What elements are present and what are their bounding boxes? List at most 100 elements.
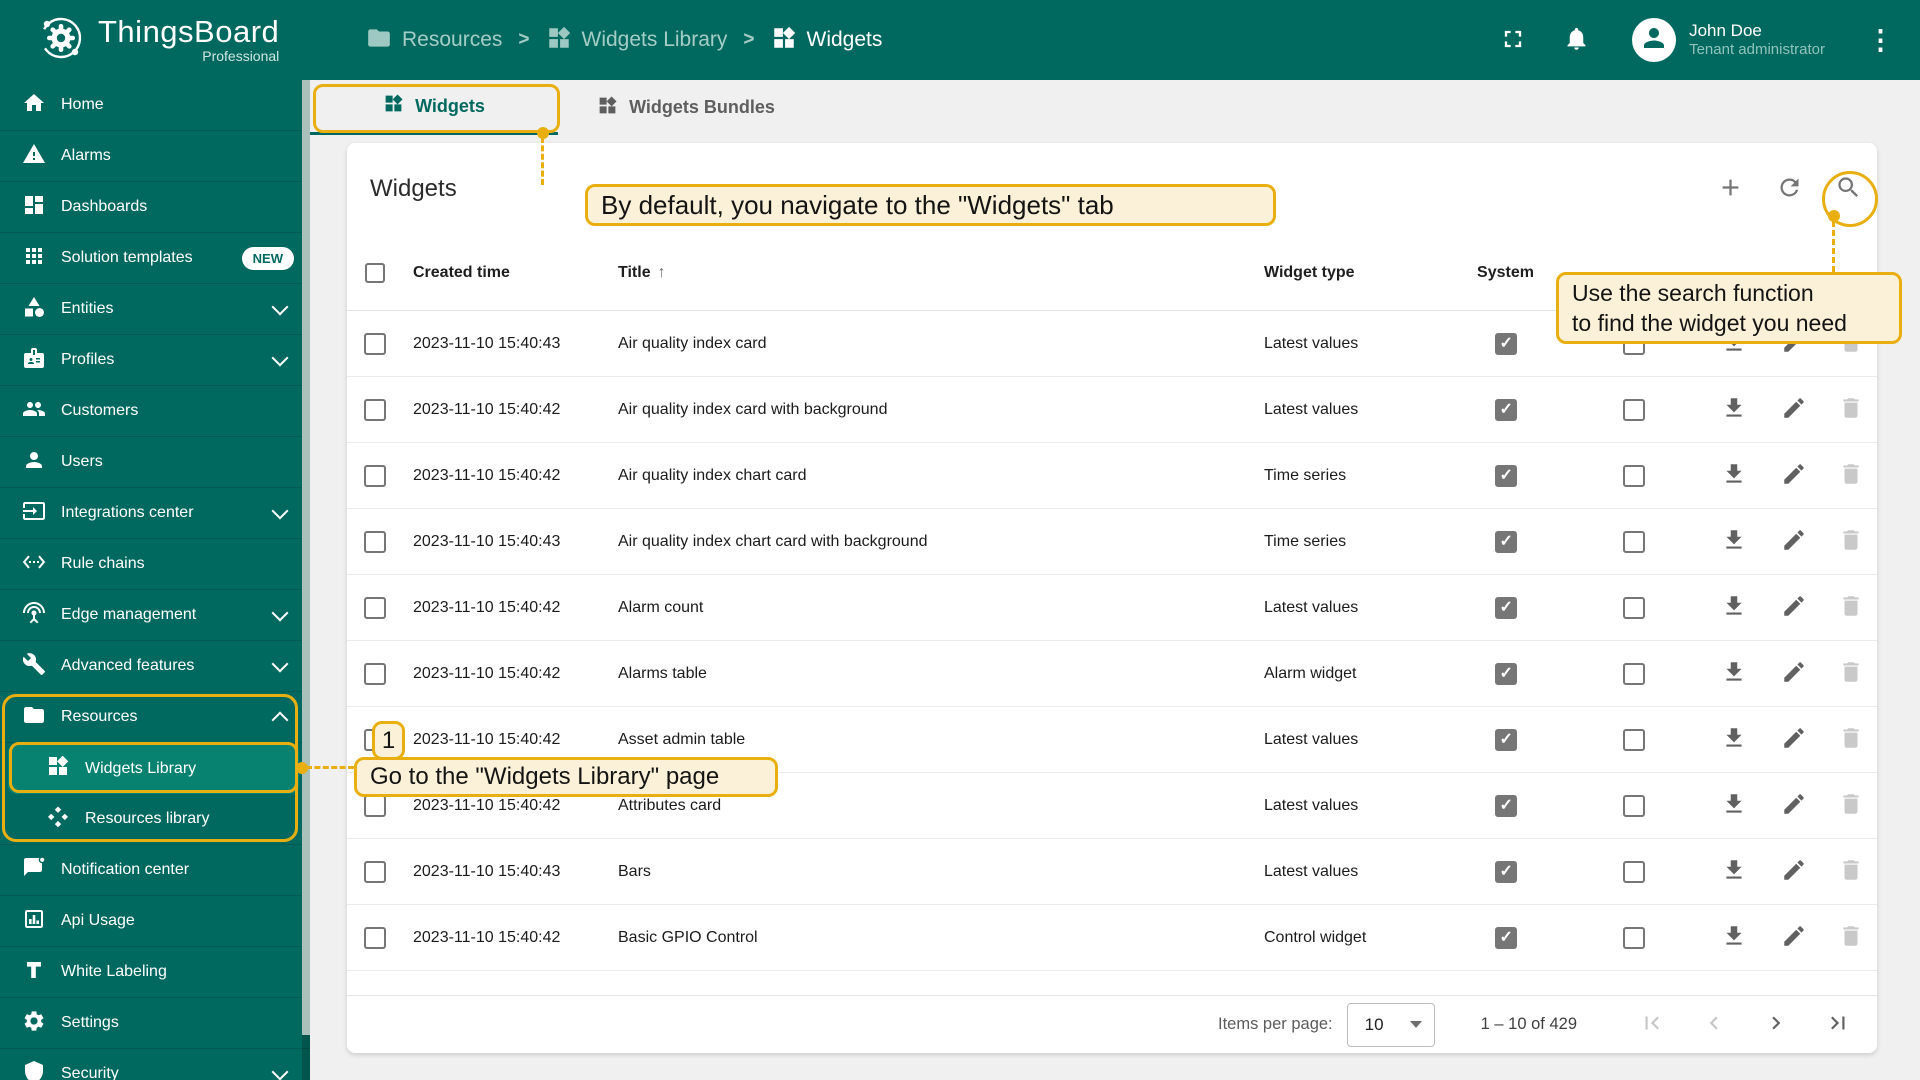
table-row[interactable]: 2023-11-10 15:40:43 Bars Latest values [347, 839, 1877, 905]
refresh-button[interactable] [1776, 174, 1803, 204]
edit-button[interactable] [1781, 461, 1807, 490]
table-row[interactable]: 2023-11-10 15:40:42 Attributes card Late… [347, 773, 1877, 839]
search-button[interactable] [1835, 174, 1862, 204]
edit-button[interactable] [1781, 923, 1807, 952]
secondary-checkbox[interactable] [1622, 530, 1645, 553]
select-all-checkbox[interactable] [365, 262, 385, 283]
sidebar-item-home[interactable]: Home [0, 80, 310, 131]
sidebar-item-dashboards[interactable]: Dashboards [0, 182, 310, 233]
download-button[interactable] [1721, 527, 1747, 556]
table-row[interactable]: 2023-11-10 15:40:42 Alarms table Alarm w… [347, 641, 1877, 707]
delete-button[interactable] [1838, 395, 1864, 424]
system-checkbox[interactable] [1494, 464, 1517, 487]
secondary-checkbox[interactable] [1622, 662, 1645, 685]
system-checkbox[interactable] [1494, 926, 1517, 949]
secondary-checkbox[interactable] [1622, 398, 1645, 421]
system-checkbox[interactable] [1494, 530, 1517, 553]
edit-button[interactable] [1781, 593, 1807, 622]
delete-button[interactable] [1838, 461, 1864, 490]
table-row[interactable]: 2023-11-10 15:40:42 Basic GPIO Control C… [347, 905, 1877, 971]
edit-button[interactable] [1781, 857, 1807, 886]
system-checkbox[interactable] [1494, 794, 1517, 817]
delete-button[interactable] [1838, 923, 1864, 952]
table-row[interactable]: 2023-11-10 15:40:43 Air quality index ca… [347, 311, 1877, 377]
sidebar-item-edge-management[interactable]: Edge management [0, 590, 310, 641]
previous-page-button[interactable] [1701, 1010, 1727, 1039]
sidebar-item-users[interactable]: Users [0, 437, 310, 488]
row-checkbox[interactable] [364, 926, 386, 949]
sidebar-item-settings[interactable]: Settings [0, 998, 310, 1049]
table-row[interactable]: 2023-11-10 15:40:42 Asset admin table La… [347, 707, 1877, 773]
secondary-checkbox[interactable] [1622, 860, 1645, 883]
system-checkbox[interactable] [1494, 596, 1517, 619]
system-checkbox[interactable] [1494, 860, 1517, 883]
sidebar-item-solution-templates[interactable]: Solution templates NEW [0, 233, 310, 284]
download-button[interactable] [1721, 593, 1747, 622]
last-page-button[interactable] [1825, 1010, 1851, 1039]
edit-button[interactable] [1781, 725, 1807, 754]
delete-button[interactable] [1838, 527, 1864, 556]
download-button[interactable] [1721, 791, 1747, 820]
edit-button[interactable] [1781, 659, 1807, 688]
download-button[interactable] [1721, 395, 1747, 424]
sidebar-item-security[interactable]: Security [0, 1049, 310, 1080]
system-checkbox[interactable] [1494, 662, 1517, 685]
avatar[interactable] [1632, 18, 1677, 62]
row-checkbox[interactable] [364, 728, 386, 751]
sidebar-item-entities[interactable]: Entities [0, 284, 310, 335]
system-checkbox[interactable] [1494, 398, 1517, 421]
sidebar-item-widgets-library[interactable]: Widgets Library [8, 743, 299, 794]
row-checkbox[interactable] [364, 530, 386, 553]
download-button[interactable] [1721, 329, 1747, 358]
system-checkbox[interactable] [1494, 728, 1517, 751]
row-checkbox[interactable] [364, 398, 386, 421]
secondary-checkbox[interactable] [1622, 728, 1645, 751]
table-row[interactable]: 2023-11-10 15:40:42 Air quality index ch… [347, 443, 1877, 509]
delete-button[interactable] [1838, 725, 1864, 754]
row-checkbox[interactable] [364, 860, 386, 883]
edit-button[interactable] [1781, 791, 1807, 820]
row-checkbox[interactable] [364, 332, 386, 355]
secondary-checkbox[interactable] [1622, 794, 1645, 817]
delete-button[interactable] [1838, 791, 1864, 820]
sidebar-item-integrations-center[interactable]: Integrations center [0, 488, 310, 539]
edit-button[interactable] [1781, 329, 1807, 358]
system-checkbox[interactable] [1494, 332, 1517, 355]
table-row[interactable]: 2023-11-10 15:40:42 Alarm count Latest v… [347, 575, 1877, 641]
sidebar-item-customers[interactable]: Customers [0, 386, 310, 437]
sidebar-item-rule-chains[interactable]: Rule chains [0, 539, 310, 590]
edit-button[interactable] [1781, 395, 1807, 424]
sidebar-item-white-labeling[interactable]: White Labeling [0, 947, 310, 998]
sidebar-item-resources[interactable]: Resources [0, 692, 310, 743]
sidebar-item-profiles[interactable]: Profiles [0, 335, 310, 386]
breadcrumb-item-resources[interactable]: Resources [366, 25, 502, 56]
next-page-button[interactable] [1763, 1010, 1789, 1039]
download-button[interactable] [1721, 857, 1747, 886]
items-per-page-select[interactable]: 10 [1346, 1002, 1435, 1047]
add-widget-button[interactable] [1717, 174, 1744, 204]
delete-button[interactable] [1838, 659, 1864, 688]
sidebar-scrollbar-thumb[interactable] [302, 80, 310, 1035]
sidebar-item-resources-library[interactable]: Resources library [0, 794, 310, 845]
delete-button[interactable] [1838, 857, 1864, 886]
delete-button[interactable] [1838, 593, 1864, 622]
download-button[interactable] [1721, 923, 1747, 952]
sidebar-item-api-usage[interactable]: Api Usage [0, 896, 310, 947]
secondary-checkbox[interactable] [1622, 926, 1645, 949]
secondary-checkbox[interactable] [1622, 464, 1645, 487]
fullscreen-button[interactable] [1499, 25, 1527, 56]
row-checkbox[interactable] [364, 596, 386, 619]
row-checkbox[interactable] [364, 662, 386, 685]
download-button[interactable] [1721, 659, 1747, 688]
tab-widgets-bundles[interactable]: Widgets Bundles [558, 80, 814, 135]
breadcrumb-item-widgets-library[interactable]: Widgets Library [546, 25, 727, 56]
column-header-created-time[interactable]: Created time [403, 264, 618, 282]
delete-button[interactable] [1838, 329, 1864, 358]
sidebar-item-alarms[interactable]: Alarms [0, 131, 310, 182]
secondary-checkbox[interactable] [1622, 332, 1645, 355]
row-checkbox[interactable] [364, 464, 386, 487]
column-header-system[interactable]: System [1477, 264, 1534, 282]
secondary-checkbox[interactable] [1622, 596, 1645, 619]
edit-button[interactable] [1781, 527, 1807, 556]
sidebar-item-advanced-features[interactable]: Advanced features [0, 641, 310, 692]
